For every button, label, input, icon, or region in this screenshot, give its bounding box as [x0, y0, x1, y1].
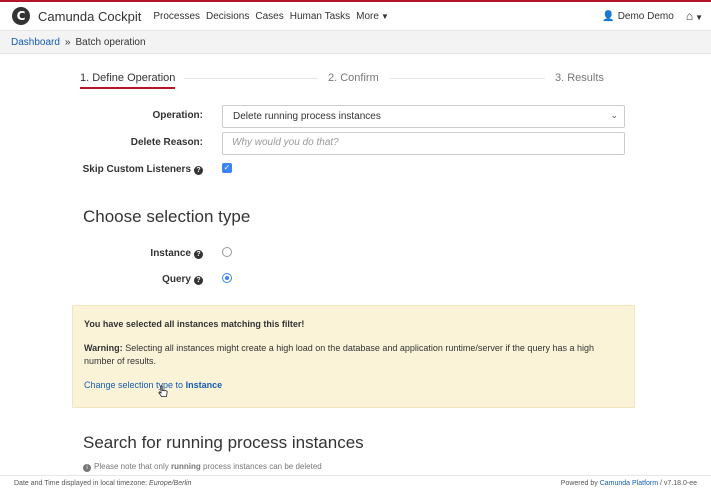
operation-row: Operation: Delete running process instan… [0, 105, 711, 129]
reason-row: Delete Reason: Why would you do that? [0, 132, 711, 156]
info-icon: i [83, 464, 91, 472]
warning-text: Warning: Selecting all instances might c… [84, 343, 594, 366]
home-menu-icon[interactable]: ⌂ ▼ [686, 9, 703, 23]
active-step-underline [80, 87, 175, 89]
query-row: Query? [0, 269, 711, 293]
hand-cursor-icon [158, 385, 168, 397]
skip-listeners-checkbox[interactable]: ✓ [222, 163, 232, 173]
nav-cases[interactable]: Cases [255, 11, 283, 22]
user-menu[interactable]: Demo Demo [618, 11, 674, 22]
caret-down-icon: ▼ [380, 11, 389, 21]
change-selection-link[interactable]: Change selection type to Instance [84, 380, 222, 390]
step-define-operation: 1. Define Operation [80, 72, 176, 84]
instance-radio[interactable] [222, 247, 232, 257]
navbar: C Camunda Cockpit Processes Decisions Ca… [0, 2, 711, 31]
warning-heading: You have selected all instances matching… [84, 319, 305, 329]
breadcrumb-dashboard-link[interactable]: Dashboard [11, 37, 60, 48]
selection-type-title: Choose selection type [83, 207, 251, 226]
help-icon[interactable]: ? [194, 276, 203, 285]
help-icon[interactable]: ? [194, 250, 203, 259]
breadcrumb-current: Batch operation [75, 37, 146, 48]
selection-warning-box: You have selected all instances matching… [72, 305, 635, 408]
nav-more-label: More [356, 10, 379, 22]
footer: Date and Time displayed in local timezon… [0, 475, 711, 493]
skip-listeners-label: Skip Custom Listeners? [83, 164, 203, 175]
camunda-platform-link[interactable]: Camunda Platform [600, 480, 658, 487]
skip-listeners-row: Skip Custom Listeners? ✓ [0, 159, 711, 183]
instance-row: Instance? [0, 243, 711, 267]
timezone-note: Date and Time displayed in local timezon… [14, 480, 192, 487]
operation-select[interactable]: Delete running process instances ⌄ [222, 105, 625, 128]
step-confirm: 2. Confirm [328, 72, 379, 84]
operation-label: Operation: [152, 110, 203, 121]
search-note: i Please note that only running process i… [83, 462, 322, 472]
search-title: Search for running process instances [83, 433, 364, 452]
step-divider [390, 78, 545, 79]
nav-human-tasks[interactable]: Human Tasks [290, 11, 350, 22]
query-radio[interactable] [222, 273, 232, 283]
breadcrumb-separator: » [64, 37, 71, 48]
nav-more[interactable]: More ▼ [356, 11, 389, 22]
breadcrumb: Dashboard » Batch operation [0, 31, 711, 54]
nav-decisions[interactable]: Decisions [206, 11, 249, 22]
powered-by: Powered by Camunda Platform / v7.18.0-ee [560, 480, 697, 487]
step-results: 3. Results [555, 72, 604, 84]
query-label: Query? [162, 274, 203, 285]
wizard-steps: 1. Define Operation 2. Confirm 3. Result… [80, 70, 625, 90]
app-title[interactable]: Camunda Cockpit [38, 9, 141, 24]
delete-reason-input[interactable]: Why would you do that? [222, 132, 625, 155]
nav-processes[interactable]: Processes [153, 11, 200, 22]
help-icon[interactable]: ? [194, 166, 203, 175]
step-divider [184, 78, 318, 79]
instance-label: Instance? [150, 248, 203, 259]
camunda-logo-icon[interactable]: C [12, 7, 30, 25]
nav-right: 👤 Demo Demo ⌂ ▼ [602, 9, 703, 23]
chevron-down-icon: ⌄ [610, 110, 618, 120]
user-icon: 👤 [602, 10, 615, 22]
reason-label: Delete Reason: [130, 137, 203, 148]
operation-select-value: Delete running process instances [233, 111, 381, 122]
